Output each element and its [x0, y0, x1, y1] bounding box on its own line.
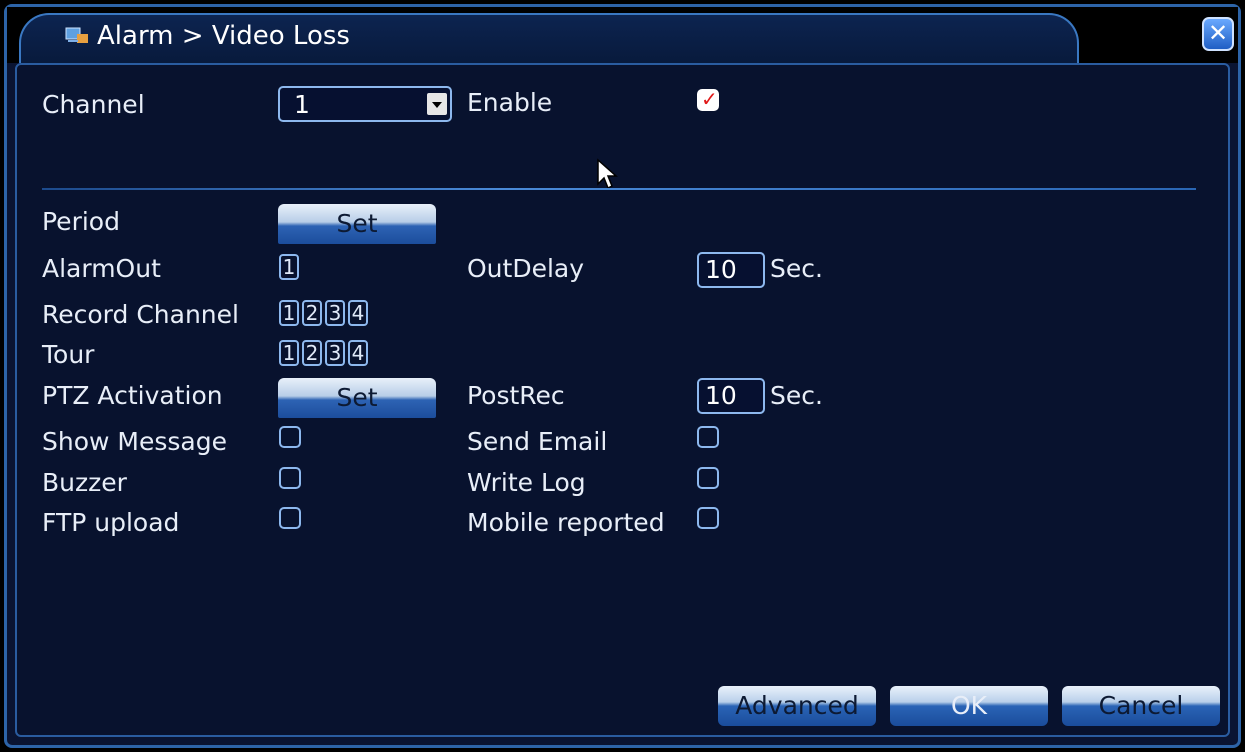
period-set-button[interactable]: Set: [278, 204, 436, 244]
postrec-label: PostRec: [467, 381, 565, 410]
postrec-unit: Sec.: [770, 381, 823, 410]
title-bar: Alarm > Video Loss ✕: [7, 7, 1238, 63]
send-email-label: Send Email: [467, 427, 608, 456]
send-email-checkbox[interactable]: [697, 426, 719, 448]
record-channel-toggle-3[interactable]: 3: [325, 300, 345, 326]
record-channel-label: Record Channel: [42, 300, 239, 329]
tour-toggle-2[interactable]: 2: [302, 340, 322, 366]
channel-label: Channel: [42, 90, 145, 119]
ptz-set-button[interactable]: Set: [278, 378, 436, 418]
enable-label: Enable: [467, 88, 553, 117]
show-message-label: Show Message: [42, 427, 227, 456]
close-button[interactable]: ✕: [1202, 17, 1234, 51]
tour-label: Tour: [42, 340, 95, 369]
video-loss-dialog: Alarm > Video Loss ✕: [4, 4, 1241, 748]
divider: [42, 188, 1196, 190]
channel-value: 1: [294, 90, 310, 119]
advanced-button[interactable]: Advanced: [718, 686, 876, 726]
record-channel-toggle-4[interactable]: 4: [348, 300, 368, 326]
alarmout-label: AlarmOut: [42, 254, 161, 283]
tour-toggle-4[interactable]: 4: [348, 340, 368, 366]
window-title: Alarm > Video Loss: [97, 21, 350, 51]
mouse-cursor-icon: [597, 158, 618, 190]
cancel-button[interactable]: Cancel: [1062, 686, 1220, 726]
alarmout-toggle-1[interactable]: 1: [279, 254, 299, 280]
outdelay-label: OutDelay: [467, 254, 585, 283]
mobile-reported-label: Mobile reported: [467, 508, 665, 537]
outdelay-unit: Sec.: [770, 254, 823, 283]
tour-toggle-3[interactable]: 3: [325, 340, 345, 366]
ftp-upload-checkbox[interactable]: [279, 507, 301, 529]
chevron-down-icon[interactable]: [427, 93, 447, 115]
period-label: Period: [42, 207, 120, 236]
alarm-icon: [65, 27, 88, 43]
buzzer-checkbox[interactable]: [279, 467, 301, 489]
channel-select[interactable]: 1: [278, 86, 452, 122]
mobile-reported-checkbox[interactable]: [697, 507, 719, 529]
record-channel-toggle-1[interactable]: 1: [279, 300, 299, 326]
record-channel-toggle-2[interactable]: 2: [302, 300, 322, 326]
enable-checkbox[interactable]: [697, 87, 719, 111]
ptz-activation-label: PTZ Activation: [42, 381, 223, 410]
tour-toggle-1[interactable]: 1: [279, 340, 299, 366]
show-message-checkbox[interactable]: [279, 426, 301, 448]
buzzer-label: Buzzer: [42, 468, 127, 497]
close-icon: ✕: [1207, 19, 1229, 47]
ftp-upload-label: FTP upload: [42, 508, 180, 537]
ok-button[interactable]: OK: [890, 686, 1048, 726]
postrec-input[interactable]: 10: [697, 378, 765, 414]
outdelay-input[interactable]: 10: [697, 252, 765, 288]
write-log-label: Write Log: [467, 468, 586, 497]
write-log-checkbox[interactable]: [697, 467, 719, 489]
